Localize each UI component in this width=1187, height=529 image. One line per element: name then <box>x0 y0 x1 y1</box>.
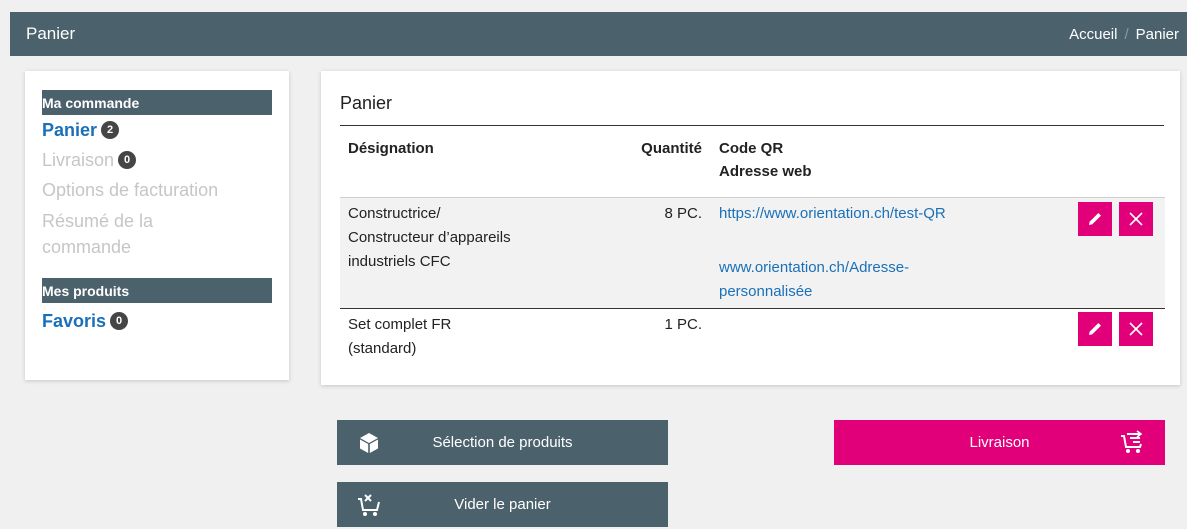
sidebar-section-my-products-label: Mes produits <box>42 283 130 299</box>
row-qr-link[interactable]: https://www.orientation.ch/test-QR <box>719 202 946 226</box>
row-web-link-line: www.orientation.ch/Adresse- <box>719 259 910 276</box>
sidebar-section-my-products: Mes produits <box>42 278 272 303</box>
sidebar-item-label: Résumé de la commande <box>42 211 154 257</box>
box-icon <box>360 433 378 453</box>
page-title: Panier <box>26 24 76 43</box>
delivery-button[interactable]: Livraison <box>834 420 1165 465</box>
empty-cart-button[interactable]: Vider le panier <box>337 482 668 527</box>
row-designation-line: (standard) <box>348 340 417 357</box>
title-divider <box>340 125 1164 126</box>
close-icon <box>1129 322 1143 336</box>
row-designation-line: Set complet FR <box>348 316 452 333</box>
breadcrumb-separator: / <box>1124 25 1129 43</box>
close-icon <box>1129 212 1143 226</box>
pencil-icon <box>1089 213 1101 225</box>
sidebar: Ma commande Panier 2 Livraison 0 Options… <box>25 71 289 380</box>
row-designation-line: Constructeur d’appareils <box>348 229 511 246</box>
table-row: Set complet FR (standard) 1 PC. <box>340 308 1165 369</box>
top-bar: Panier Accueil / Panier <box>10 12 1187 56</box>
product-selection-label: Sélection de produits <box>432 434 573 451</box>
favorites-count-badge: 0 <box>110 312 129 330</box>
sidebar-item-options-facturation: Options de facturation <box>42 178 289 202</box>
row-web-link[interactable]: www.orientation.ch/Adresse- personnalisé… <box>719 256 909 304</box>
edit-button[interactable] <box>1078 202 1112 236</box>
row-web-link-line: personnalisée <box>719 283 813 300</box>
sidebar-item-label: Panier <box>42 120 98 140</box>
cart-count-badge: 2 <box>101 121 120 139</box>
breadcrumb-current: Panier <box>1135 25 1179 43</box>
sidebar-item-favoris[interactable]: Favoris 0 <box>42 309 289 333</box>
column-header-web: Adresse web <box>719 163 812 180</box>
breadcrumb-home-link[interactable]: Accueil <box>1069 26 1117 43</box>
sidebar-item-label: Livraison <box>42 150 115 170</box>
sidebar-item-resume: Résumé de la commande <box>42 208 242 260</box>
breadcrumb: Accueil / Panier <box>1069 26 1187 43</box>
row-quantity: 1 PC. <box>664 316 702 333</box>
cart-forward-icon <box>1121 430 1143 453</box>
empty-cart-label: Vider le panier <box>454 496 551 513</box>
column-header-qr: Code QR <box>719 140 784 157</box>
row-designation: Constructrice/ Constructeur d’appareils … <box>348 202 608 274</box>
sidebar-section-my-order: Ma commande <box>42 90 272 115</box>
pencil-icon <box>1089 323 1101 335</box>
product-selection-button[interactable]: Sélection de produits <box>337 420 668 465</box>
row-quantity: 8 PC. <box>664 205 702 222</box>
table-row: Constructrice/ Constructeur d’appareils … <box>340 197 1165 308</box>
sidebar-item-panier[interactable]: Panier 2 <box>42 118 289 142</box>
delivery-label: Livraison <box>969 434 1030 451</box>
row-designation: Set complet FR (standard) <box>348 313 608 361</box>
column-header-quantity: Quantité <box>641 140 702 157</box>
cart-panel: Panier Désignation Quantité Code QR Adre… <box>321 71 1180 385</box>
sidebar-item-label: Options de facturation <box>42 180 219 200</box>
delete-button[interactable] <box>1119 312 1153 346</box>
sidebar-section-my-order-label: Ma commande <box>42 95 140 111</box>
delivery-count-badge: 0 <box>118 151 137 169</box>
sidebar-item-livraison: Livraison 0 <box>42 148 289 172</box>
column-header-designation: Désignation <box>348 140 434 157</box>
delete-button[interactable] <box>1119 202 1153 236</box>
cart-title: Panier <box>340 93 393 113</box>
row-designation-line: Constructrice/ <box>348 205 441 222</box>
sidebar-item-label: Favoris <box>42 311 107 331</box>
row-designation-line: industriels CFC <box>348 253 451 270</box>
edit-button[interactable] <box>1078 312 1112 346</box>
empty-cart-icon <box>358 494 380 516</box>
